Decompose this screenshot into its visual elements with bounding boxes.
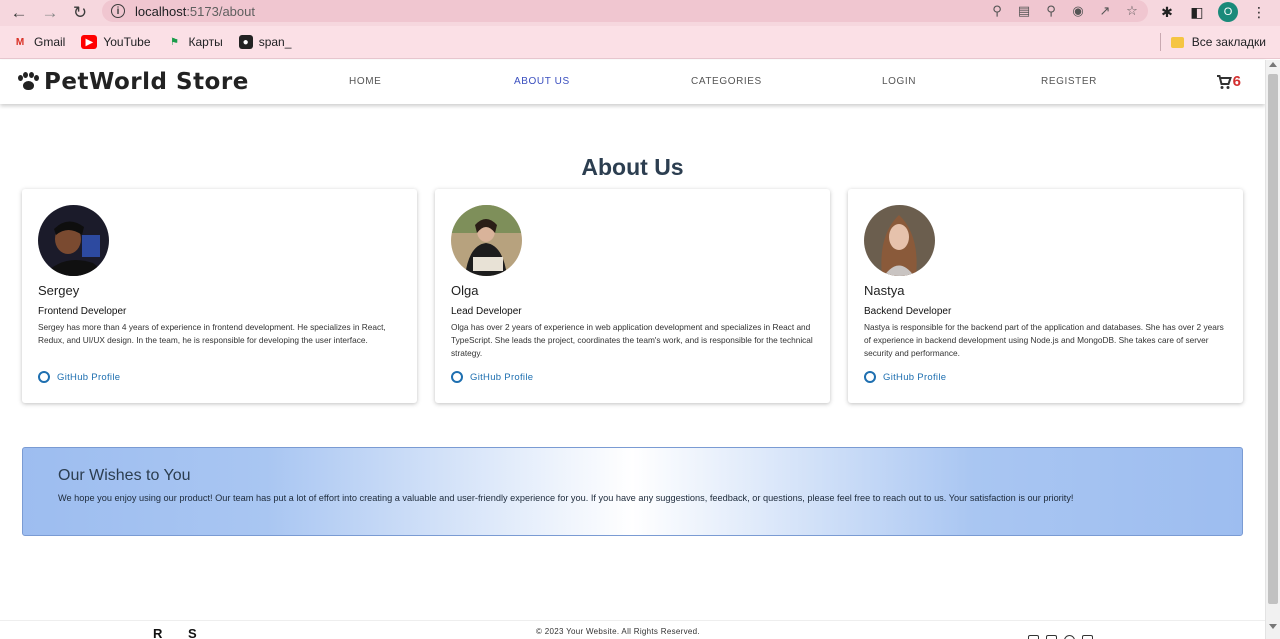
scroll-up-icon[interactable] bbox=[1269, 62, 1277, 67]
extensions-icon[interactable]: ✱ bbox=[1158, 3, 1176, 21]
side-panel-icon[interactable]: ◧ bbox=[1188, 3, 1206, 21]
pinterest-icon[interactable] bbox=[1064, 635, 1075, 639]
member-description: Sergey has more than 4 years of experien… bbox=[38, 322, 386, 345]
bookmark-gmail[interactable]: M Gmail bbox=[12, 35, 66, 49]
footer-brand-r: R bbox=[153, 626, 163, 639]
scroll-down-icon[interactable] bbox=[1269, 624, 1277, 629]
address-url[interactable]: localhost:5173/about bbox=[135, 4, 255, 19]
cart-icon bbox=[1216, 74, 1232, 89]
cart-count: 6 bbox=[1232, 73, 1241, 90]
bookmarks-divider bbox=[1159, 33, 1161, 51]
email-icon[interactable] bbox=[1082, 635, 1093, 639]
member-description: Nastya is responsible for the backend pa… bbox=[864, 322, 1224, 358]
zoom-icon[interactable]: ⚲ bbox=[1043, 3, 1059, 19]
social-links bbox=[1028, 635, 1093, 639]
address-bar[interactable]: i localhost:5173/about ⚲ ▤ ⚲ ◉ ↗ ☆ bbox=[102, 0, 1148, 22]
key-icon[interactable]: ⚲ bbox=[989, 3, 1005, 19]
footer-copyright: © 2023 Your Website. All Rights Reserved… bbox=[536, 627, 700, 636]
github-icon bbox=[864, 371, 876, 383]
bookmark-youtube[interactable]: ▶ YouTube bbox=[81, 35, 151, 49]
page-footer: R S © 2023 Your Website. All Rights Rese… bbox=[0, 620, 1265, 639]
member-role: Lead Developer bbox=[451, 306, 522, 317]
facebook-icon[interactable] bbox=[1028, 635, 1039, 639]
back-icon[interactable]: ← bbox=[8, 3, 30, 23]
site-info-icon[interactable]: i bbox=[111, 4, 125, 18]
eye-off-icon[interactable]: ◉ bbox=[1070, 3, 1086, 19]
team-card-olga: Olga Lead Developer Olga has over 2 year… bbox=[435, 189, 830, 403]
site-logo[interactable]: PetWorld Store bbox=[18, 69, 249, 95]
forward-icon[interactable]: → bbox=[39, 3, 61, 23]
logo-text: PetWorld Store bbox=[44, 69, 249, 95]
member-name: Sergey bbox=[38, 283, 80, 298]
avatar-nastya bbox=[864, 205, 935, 276]
wishes-title: Our Wishes to You bbox=[58, 467, 191, 484]
github-icon bbox=[451, 371, 463, 383]
browser-toolbar: ← → ↻ i localhost:5173/about ⚲ ▤ ⚲ ◉ ↗ ☆… bbox=[0, 0, 1280, 26]
profile-avatar[interactable]: O bbox=[1218, 2, 1238, 22]
folder-icon bbox=[1170, 36, 1184, 48]
star-icon[interactable]: ☆ bbox=[1124, 3, 1140, 19]
avatar-olga bbox=[451, 205, 522, 276]
instagram-icon[interactable] bbox=[1046, 635, 1057, 639]
footer-brand-s: S bbox=[188, 626, 197, 639]
reload-icon[interactable]: ↻ bbox=[69, 3, 91, 23]
share-icon[interactable]: ↗ bbox=[1097, 3, 1113, 19]
gmail-icon: M bbox=[15, 36, 25, 48]
youtube-icon: ▶ bbox=[81, 35, 98, 49]
github-link-sergey[interactable]: GitHub Profile bbox=[38, 371, 120, 383]
span-icon: ● bbox=[238, 35, 253, 49]
maps-icon: ⚑ bbox=[170, 36, 179, 48]
team-card-nastya: Nastya Backend Developer Nastya is respo… bbox=[848, 189, 1243, 403]
all-bookmarks[interactable]: Все закладки bbox=[1159, 33, 1266, 51]
member-name: Nastya bbox=[864, 283, 905, 298]
team-card-sergey: Sergey Frontend Developer Sergey has mor… bbox=[22, 189, 417, 403]
app-navbar: PetWorld Store HOME ABOUT US CATEGORIES … bbox=[0, 60, 1265, 104]
member-role: Backend Developer bbox=[864, 306, 952, 317]
member-name: Olga bbox=[451, 283, 479, 298]
nav-home[interactable]: HOME bbox=[349, 76, 381, 87]
page-scrollbar[interactable] bbox=[1265, 60, 1280, 639]
menu-icon[interactable]: ⋮ bbox=[1250, 3, 1268, 21]
nav-categories[interactable]: CATEGORIES bbox=[691, 76, 762, 87]
member-description: Olga has over 2 years of experience in w… bbox=[451, 322, 813, 358]
avatar-sergey bbox=[38, 205, 109, 276]
cart-button[interactable]: 6 bbox=[1216, 73, 1241, 90]
wishes-text: We hope you enjoy using our product! Our… bbox=[58, 493, 1074, 503]
nav-register[interactable]: REGISTER bbox=[1041, 76, 1097, 87]
paw-icon bbox=[18, 72, 39, 92]
github-link-nastya[interactable]: GitHub Profile bbox=[864, 371, 946, 383]
nav-login[interactable]: LOGIN bbox=[882, 76, 916, 87]
scroll-thumb[interactable] bbox=[1268, 74, 1278, 604]
page-title: About Us bbox=[581, 154, 684, 180]
wishes-panel: Our Wishes to You We hope you enjoy usin… bbox=[22, 447, 1243, 536]
member-role: Frontend Developer bbox=[38, 306, 127, 317]
bookmark-span[interactable]: ● span_ bbox=[238, 35, 291, 49]
bookmarks-bar: M Gmail ▶ YouTube ⚑ Карты ● span_ Все за… bbox=[0, 26, 1280, 59]
translate-icon[interactable]: ▤ bbox=[1016, 3, 1032, 19]
github-link-olga[interactable]: GitHub Profile bbox=[451, 371, 533, 383]
github-icon bbox=[38, 371, 50, 383]
bookmark-maps[interactable]: ⚑ Карты bbox=[167, 35, 223, 49]
nav-about-us[interactable]: ABOUT US bbox=[514, 76, 570, 87]
